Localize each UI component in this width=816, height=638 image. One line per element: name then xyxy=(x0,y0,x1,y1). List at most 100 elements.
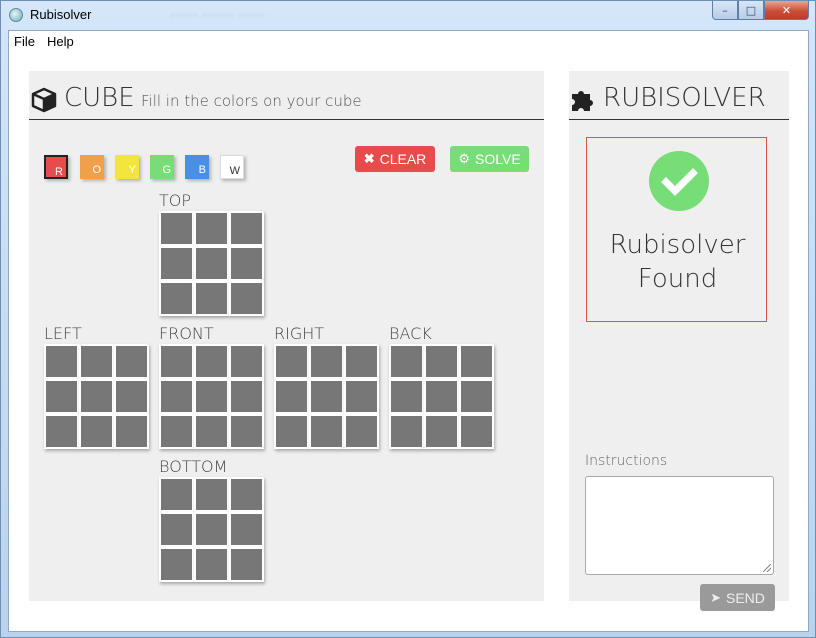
status-line-2: Found xyxy=(637,264,718,294)
cube-cell-bottom-2[interactable] xyxy=(194,477,229,512)
close-button[interactable]: ✕ xyxy=(764,1,809,20)
cube-cell-back-5[interactable] xyxy=(424,379,459,414)
cube-cell-left-8[interactable] xyxy=(79,414,114,449)
send-label: SEND xyxy=(726,589,765,606)
cube-cell-bottom-7[interactable] xyxy=(159,547,194,582)
cube-cell-bottom-9[interactable] xyxy=(229,547,264,582)
face-front xyxy=(159,344,264,449)
divider xyxy=(569,119,789,120)
maximize-button[interactable]: □ xyxy=(738,1,764,20)
paper-plane-icon: ➤ xyxy=(710,589,721,605)
face-label-front: FRONT xyxy=(159,324,214,343)
cube-cell-top-4[interactable] xyxy=(159,246,194,281)
cube-cell-bottom-4[interactable] xyxy=(159,512,194,547)
send-button[interactable]: ➤ SEND xyxy=(700,584,775,611)
cube-cell-top-7[interactable] xyxy=(159,281,194,316)
face-right xyxy=(274,344,379,449)
cube-cell-bottom-1[interactable] xyxy=(159,477,194,512)
color-swatch-r[interactable]: R xyxy=(44,155,68,179)
app-logo-icon xyxy=(9,8,23,22)
cube-cell-right-7[interactable] xyxy=(274,414,309,449)
blurred-title-text: ······ ······· ······ xyxy=(171,9,266,22)
cube-cell-top-5[interactable] xyxy=(194,246,229,281)
cube-cell-left-7[interactable] xyxy=(44,414,79,449)
color-swatch-y[interactable]: Y xyxy=(115,155,139,179)
result-panel: RUBISOLVER Rubisolver Found Instructions… xyxy=(569,71,789,611)
cube-cell-back-1[interactable] xyxy=(389,344,424,379)
cube-cell-right-5[interactable] xyxy=(309,379,344,414)
cube-cell-right-1[interactable] xyxy=(274,344,309,379)
cube-cell-left-1[interactable] xyxy=(44,344,79,379)
cube-cell-left-4[interactable] xyxy=(44,379,79,414)
menu-file[interactable]: File xyxy=(14,34,35,49)
cube-cell-front-8[interactable] xyxy=(194,414,229,449)
instructions-textarea[interactable] xyxy=(585,476,774,575)
solve-button[interactable]: ⚙ SOLVE xyxy=(450,146,529,172)
cube-cell-right-3[interactable] xyxy=(344,344,379,379)
cube-cell-back-8[interactable] xyxy=(424,414,459,449)
cube-cell-back-4[interactable] xyxy=(389,379,424,414)
cube-cell-right-9[interactable] xyxy=(344,414,379,449)
cube-cell-top-9[interactable] xyxy=(229,281,264,316)
cube-cell-right-8[interactable] xyxy=(309,414,344,449)
menu-help[interactable]: Help xyxy=(47,34,74,49)
cube-cell-back-2[interactable] xyxy=(424,344,459,379)
gear-icon: ⚙ xyxy=(458,151,470,166)
color-swatch-b[interactable]: B xyxy=(185,155,209,179)
cube-cell-front-4[interactable] xyxy=(159,379,194,414)
app-window: Rubisolver ······ ······· ······ – □ ✕ F… xyxy=(0,0,816,638)
cube-cell-top-3[interactable] xyxy=(229,211,264,246)
cube-cell-left-3[interactable] xyxy=(114,344,149,379)
cube-cell-back-6[interactable] xyxy=(459,379,494,414)
cube-panel: CUBE Fill in the colors on your cube ROY… xyxy=(29,71,544,601)
resize-grip-icon[interactable] xyxy=(763,564,771,572)
cube-cell-bottom-6[interactable] xyxy=(229,512,264,547)
cube-cell-front-2[interactable] xyxy=(194,344,229,379)
cube-cell-back-3[interactable] xyxy=(459,344,494,379)
clear-button[interactable]: ✖ CLEAR xyxy=(355,146,435,172)
title-bar[interactable]: Rubisolver ······ ······· ······ – □ ✕ xyxy=(1,1,815,29)
puzzle-icon xyxy=(572,91,593,111)
cube-cell-top-1[interactable] xyxy=(159,211,194,246)
cube-cell-front-7[interactable] xyxy=(159,414,194,449)
cube-cell-front-6[interactable] xyxy=(229,379,264,414)
solve-label: SOLVE xyxy=(475,151,521,167)
cube-icon xyxy=(31,87,57,113)
cube-cell-front-9[interactable] xyxy=(229,414,264,449)
face-bottom xyxy=(159,477,264,582)
check-icon xyxy=(649,151,709,211)
face-label-top: TOP xyxy=(159,191,192,210)
menu-bar: File Help xyxy=(9,31,808,51)
cube-cell-right-2[interactable] xyxy=(309,344,344,379)
cube-cell-top-6[interactable] xyxy=(229,246,264,281)
divider xyxy=(29,119,544,120)
status-box: Rubisolver Found xyxy=(586,137,767,322)
status-line-1: Rubisolver xyxy=(609,230,746,260)
color-swatch-o[interactable]: O xyxy=(80,155,104,179)
cube-cell-front-1[interactable] xyxy=(159,344,194,379)
cube-cell-front-3[interactable] xyxy=(229,344,264,379)
window-title: Rubisolver xyxy=(30,7,92,22)
face-left xyxy=(44,344,149,449)
minimize-button[interactable]: – xyxy=(712,1,738,20)
cube-cell-bottom-8[interactable] xyxy=(194,547,229,582)
cube-cell-left-6[interactable] xyxy=(114,379,149,414)
cube-title: CUBE xyxy=(64,83,135,113)
cube-cell-left-5[interactable] xyxy=(79,379,114,414)
cube-cell-right-6[interactable] xyxy=(344,379,379,414)
cube-cell-bottom-3[interactable] xyxy=(229,477,264,512)
cube-cell-back-7[interactable] xyxy=(389,414,424,449)
cube-cell-left-9[interactable] xyxy=(114,414,149,449)
cube-cell-top-8[interactable] xyxy=(194,281,229,316)
status-text: Rubisolver Found xyxy=(587,228,768,296)
cube-cell-top-2[interactable] xyxy=(194,211,229,246)
color-swatch-g[interactable]: G xyxy=(150,155,174,179)
cube-cell-back-9[interactable] xyxy=(459,414,494,449)
cube-cell-right-4[interactable] xyxy=(274,379,309,414)
cube-subtitle: Fill in the colors on your cube xyxy=(141,92,362,110)
color-swatch-w[interactable]: W xyxy=(220,155,244,179)
cube-cell-bottom-5[interactable] xyxy=(194,512,229,547)
client-area: File Help CUBE Fill in the colors on you… xyxy=(8,30,809,632)
cube-cell-left-2[interactable] xyxy=(79,344,114,379)
cube-cell-front-5[interactable] xyxy=(194,379,229,414)
